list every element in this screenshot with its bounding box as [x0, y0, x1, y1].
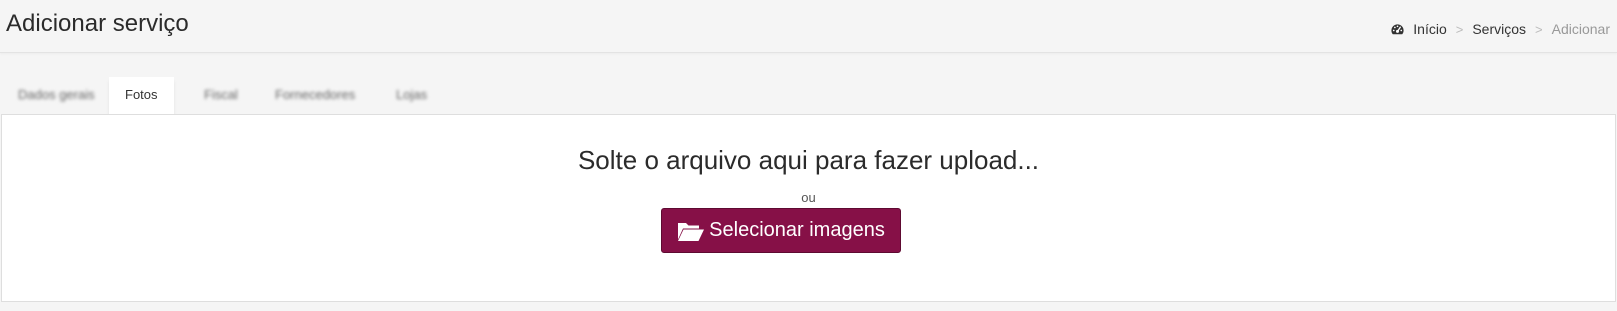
page-title: Adicionar serviço	[6, 10, 189, 37]
tab-content-panel: Solte o arquivo aqui para fazer upload..…	[1, 114, 1616, 302]
breadcrumb-home-link[interactable]: Início	[1413, 21, 1446, 37]
breadcrumb-services-link[interactable]: Serviços	[1472, 21, 1526, 37]
breadcrumb-current: Adicionar	[1551, 21, 1610, 37]
breadcrumb: Início > Serviços > Adicionar	[1390, 21, 1610, 37]
tab-dados-gerais[interactable]: Dados gerais	[18, 77, 95, 113]
tab-fornecedores[interactable]: Fornecedores	[275, 77, 355, 113]
breadcrumb-separator: >	[1455, 21, 1464, 37]
dropzone-or-text: ou	[801, 190, 816, 205]
tab-lojas[interactable]: Lojas	[396, 77, 427, 113]
tab-fiscal[interactable]: Fiscal	[204, 77, 238, 113]
breadcrumb-separator: >	[1535, 21, 1543, 37]
dropzone-message: Solte o arquivo aqui para fazer upload..…	[577, 145, 1040, 175]
tab-fotos[interactable]: Fotos	[109, 77, 174, 117]
select-images-button[interactable]: Selecionar imagens	[661, 208, 901, 253]
file-dropzone[interactable]: Solte o arquivo aqui para fazer upload..…	[2, 115, 1615, 301]
select-images-label: Selecionar imagens	[709, 219, 885, 241]
tab-bar: Dados gerais Fotos Fiscal Fornecedores L…	[0, 77, 1617, 117]
folder-open-icon	[678, 222, 705, 241]
page-header: Adicionar serviço Início > Serviços > Ad…	[0, 0, 1617, 53]
dashboard-icon	[1391, 23, 1404, 34]
